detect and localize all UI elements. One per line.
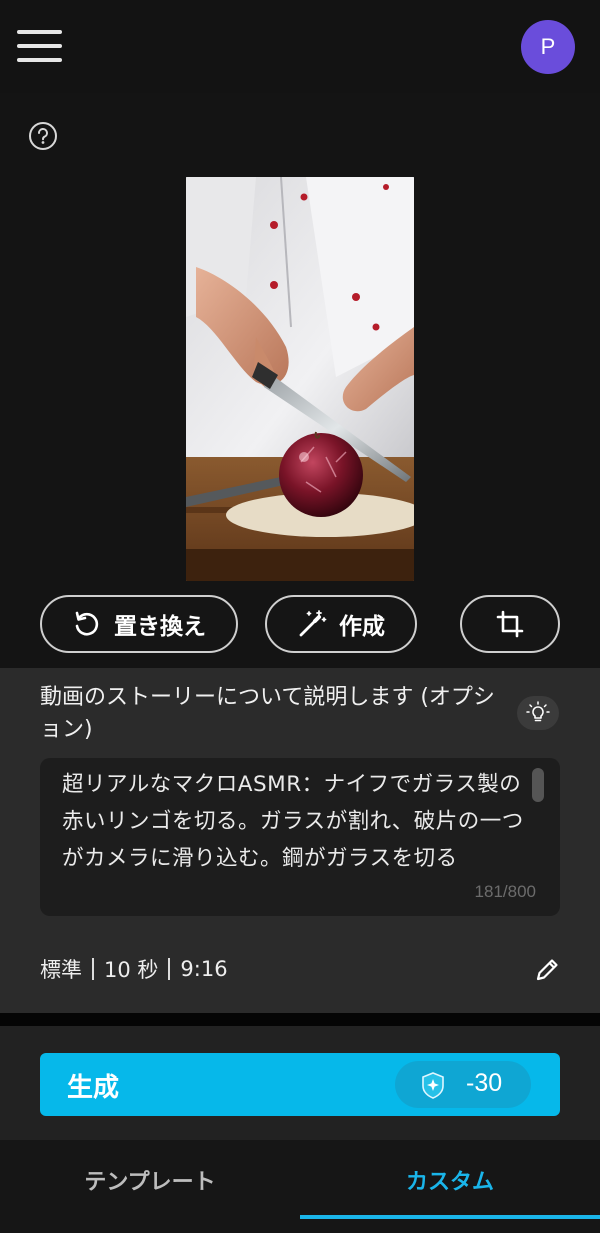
avatar[interactable]: P xyxy=(521,20,575,74)
story-prompt-field[interactable]: 超リアルなマクロASMR：ナイフでガラス製の赤いリンゴを切る。ガラスが割れ、破片… xyxy=(40,758,560,916)
bottom-tab-bar: テンプレート カスタム xyxy=(0,1140,600,1233)
duration-value: 10 秒 xyxy=(104,958,159,982)
crop-icon xyxy=(496,610,524,638)
generate-label: 生成 xyxy=(67,1073,120,1103)
generate-button[interactable]: 生成 -30 xyxy=(40,1053,560,1116)
section-divider xyxy=(0,1013,600,1026)
separator xyxy=(168,958,171,980)
hamburger-icon[interactable] xyxy=(17,30,62,62)
generate-section: 生成 -30 xyxy=(0,1026,600,1140)
rotate-ccw-icon xyxy=(75,611,99,636)
quality-value: 標準 xyxy=(40,958,82,982)
question-circle-icon[interactable] xyxy=(28,121,58,151)
active-tab-indicator xyxy=(300,1215,600,1219)
video-settings[interactable]: 標準 10 秒 9:16 xyxy=(40,954,228,984)
pencil-icon[interactable] xyxy=(533,954,563,984)
create-button[interactable]: 作成 xyxy=(265,595,417,653)
lightbulb-icon xyxy=(526,701,550,722)
separator xyxy=(92,958,94,980)
prompt-idea-button[interactable] xyxy=(517,696,559,730)
character-counter: 181/800 xyxy=(474,882,536,901)
magic-wand-icon xyxy=(299,610,327,637)
story-prompt-text[interactable]: 超リアルなマクロASMR：ナイフでガラス製の赤いリンゴを切る。ガラスが割れ、破片… xyxy=(62,766,532,876)
story-label: 動画のストーリーについて説明します (オプション) xyxy=(40,685,495,742)
preview-stage: 置き換え 作成 xyxy=(0,93,600,668)
credit-value: -30 xyxy=(466,1069,503,1097)
create-label: 作成 xyxy=(339,614,385,640)
tab-custom[interactable]: カスタム xyxy=(300,1164,600,1196)
sparkle-badge-icon xyxy=(422,1072,444,1099)
top-bar: P xyxy=(0,0,600,93)
ratio-value: 9:16 xyxy=(180,957,228,981)
crop-button[interactable] xyxy=(460,595,560,653)
credit-cost-badge: -30 xyxy=(395,1061,531,1108)
prompt-scrollbar[interactable] xyxy=(532,768,544,802)
replace-button[interactable]: 置き換え xyxy=(40,595,238,653)
story-panel: 動画のストーリーについて説明します (オプション) 超リアルなマクロASMR：ナ… xyxy=(0,668,600,1013)
tab-templates[interactable]: テンプレート xyxy=(0,1164,300,1196)
replace-label: 置き換え xyxy=(114,614,206,640)
reference-image[interactable] xyxy=(186,177,414,581)
